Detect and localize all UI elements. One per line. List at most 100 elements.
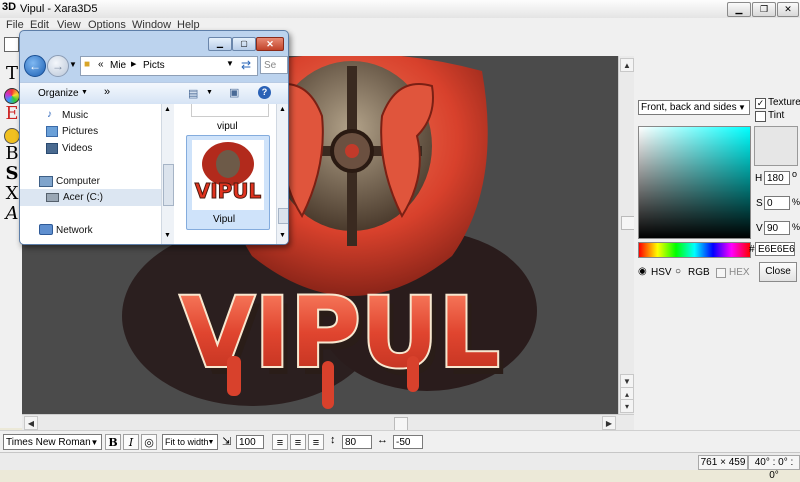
hue-slider[interactable]	[638, 242, 751, 258]
hex-checkbox[interactable]	[716, 268, 726, 278]
nav-music[interactable]: Music	[62, 110, 88, 121]
network-icon	[39, 224, 53, 235]
char-spacing-input[interactable]: -50	[393, 435, 423, 449]
text-size-icon: ⇲	[222, 436, 232, 448]
align-center-icon[interactable]: ≡	[290, 434, 306, 450]
search-box[interactable]: Se	[260, 56, 288, 74]
nav-network[interactable]: Network	[56, 225, 93, 236]
menu-file[interactable]: File	[6, 19, 24, 31]
h-input[interactable]: 180	[764, 171, 790, 185]
views-chevron-icon[interactable]: ▼	[206, 89, 213, 96]
horizontal-scroll-thumb[interactable]	[394, 417, 408, 431]
color-wheel-icon[interactable]	[4, 88, 20, 104]
minimize-button[interactable]: ▁	[727, 2, 751, 17]
file-scroll-thumb[interactable]	[278, 208, 288, 224]
breadcrumb-mie[interactable]: Mie	[110, 60, 126, 71]
page-down-icon[interactable]: ▾	[620, 399, 634, 413]
align-left-icon[interactable]: ≡	[272, 434, 288, 450]
status-angle: 40° : 0° : 0°	[748, 455, 800, 481]
v-label: V	[756, 223, 763, 234]
views-icon[interactable]: ▤	[188, 87, 198, 100]
tint-checkbox[interactable]	[755, 111, 766, 122]
outline-icon[interactable]: ◎	[141, 434, 157, 450]
vertical-scroll-thumb[interactable]	[621, 216, 635, 230]
file-vipul-lower[interactable]: vipul	[217, 121, 238, 132]
folder-icon: ■	[84, 59, 91, 70]
fit-select[interactable]: Fit to width ▼	[162, 434, 218, 450]
scroll-right-icon[interactable]: ▶	[602, 416, 616, 430]
breadcrumb-arrow-icon: ▶	[131, 61, 137, 68]
explorer-close-button[interactable]: ✕	[256, 37, 284, 51]
scroll-down-icon[interactable]: ▼	[620, 374, 634, 388]
texture-checkbox[interactable]: ✓	[755, 98, 766, 109]
scroll-left-icon[interactable]: ◀	[24, 416, 38, 430]
nav-videos[interactable]: Videos	[62, 143, 92, 154]
restore-button[interactable]: ❐	[752, 2, 776, 17]
nav-acer-drive[interactable]: Acer (C:)	[63, 192, 103, 203]
address-chevron-icon[interactable]: ▼	[226, 59, 234, 68]
line-spacing-input[interactable]: 80	[342, 435, 372, 449]
hsv-radio[interactable]: ◉	[638, 266, 647, 277]
forward-icon[interactable]: →	[47, 55, 69, 77]
close-window-button[interactable]: ✕	[777, 2, 799, 17]
history-chevron-icon[interactable]: ▼	[69, 60, 77, 69]
font-chevron-icon: ▼	[90, 438, 99, 447]
nav-computer[interactable]: Computer	[56, 176, 100, 187]
nav-scrollbar[interactable]: ▲ ▼	[161, 104, 174, 244]
lights-icon[interactable]	[4, 128, 20, 144]
texture-label: Texture	[768, 97, 800, 108]
italic-button[interactable]: I	[123, 434, 139, 450]
face-select[interactable]: Front, back and sides ▼	[638, 100, 750, 115]
organize-button[interactable]: Organize	[38, 88, 79, 99]
preview-pane-icon[interactable]: ▣	[229, 86, 239, 99]
size-input[interactable]: 100	[236, 435, 264, 449]
file-scroll-down-icon[interactable]: ▼	[279, 232, 286, 239]
char-spacing-icon: ↔	[377, 434, 388, 446]
command-bar: Organize ▼ » ▤ ▼ ▣ ?	[20, 82, 288, 105]
refresh-icon[interactable]: ⇄	[241, 58, 251, 72]
nav-scroll-up-icon[interactable]: ▲	[164, 106, 171, 113]
nav-scroll-thumb[interactable]	[163, 164, 174, 206]
computer-icon	[39, 176, 53, 187]
s-input[interactable]: 0	[764, 196, 790, 210]
breadcrumb-picts[interactable]: Picts	[143, 60, 165, 71]
font-select-value: Times New Roman	[6, 437, 91, 448]
back-icon[interactable]: ←	[24, 55, 46, 77]
horizontal-scrollbar[interactable]: ◀ ▶	[22, 414, 634, 431]
nav-pictures[interactable]: Pictures	[62, 126, 98, 137]
h-label: H	[755, 173, 763, 184]
v-input[interactable]: 90	[764, 221, 790, 235]
file-scrollbar[interactable]: ▲ ▼	[276, 104, 288, 244]
thumbnail-text: VIPUL	[195, 179, 262, 203]
explorer-minimize-button[interactable]: ▁	[208, 37, 232, 51]
chevron-down-icon: ▼	[738, 103, 746, 112]
nav-scroll-down-icon[interactable]: ▼	[164, 232, 171, 239]
saturation-value-picker[interactable]	[638, 126, 751, 239]
file-thumbnail: VIPUL	[192, 140, 264, 210]
help-icon[interactable]: ?	[258, 86, 271, 99]
file-item-selected[interactable]: VIPUL Vipul	[186, 135, 270, 230]
rgb-radio[interactable]: ○	[675, 266, 681, 277]
new-document-icon[interactable]	[4, 37, 19, 52]
font-select[interactable]: Times New Roman ▼	[3, 434, 102, 450]
bold-button[interactable]: B	[105, 434, 121, 450]
navigation-pane: ♪ Music Pictures Videos Computer Acer (C…	[20, 104, 173, 244]
fit-select-value: Fit to width	[165, 437, 209, 447]
drive-icon	[46, 193, 59, 202]
file-scroll-up-icon[interactable]: ▲	[279, 106, 286, 113]
v-unit: %	[792, 222, 800, 232]
s-label: S	[756, 198, 763, 209]
fit-chevron-icon: ▼	[207, 439, 215, 446]
address-bar[interactable]: ■ « Mie ▶ Picts ▼ ⇄	[80, 56, 258, 76]
s-unit: %	[792, 197, 800, 207]
videos-icon	[46, 143, 58, 154]
close-button[interactable]: Close	[759, 262, 797, 282]
window-title: Vipul - Xara3D5	[20, 3, 98, 15]
title-bar: 3D Vipul - Xara3D5 ▁ ❐ ✕	[0, 0, 800, 19]
explorer-maximize-button[interactable]: ▢	[232, 37, 256, 51]
scroll-up-icon[interactable]: ▲	[620, 58, 634, 72]
more-commands-button[interactable]: »	[104, 86, 110, 98]
hex-input[interactable]: E6E6E6	[755, 242, 795, 256]
vertical-scrollbar[interactable]: ▲ ▼ ▴ ▾	[618, 56, 635, 414]
align-right-icon[interactable]: ≡	[308, 434, 324, 450]
